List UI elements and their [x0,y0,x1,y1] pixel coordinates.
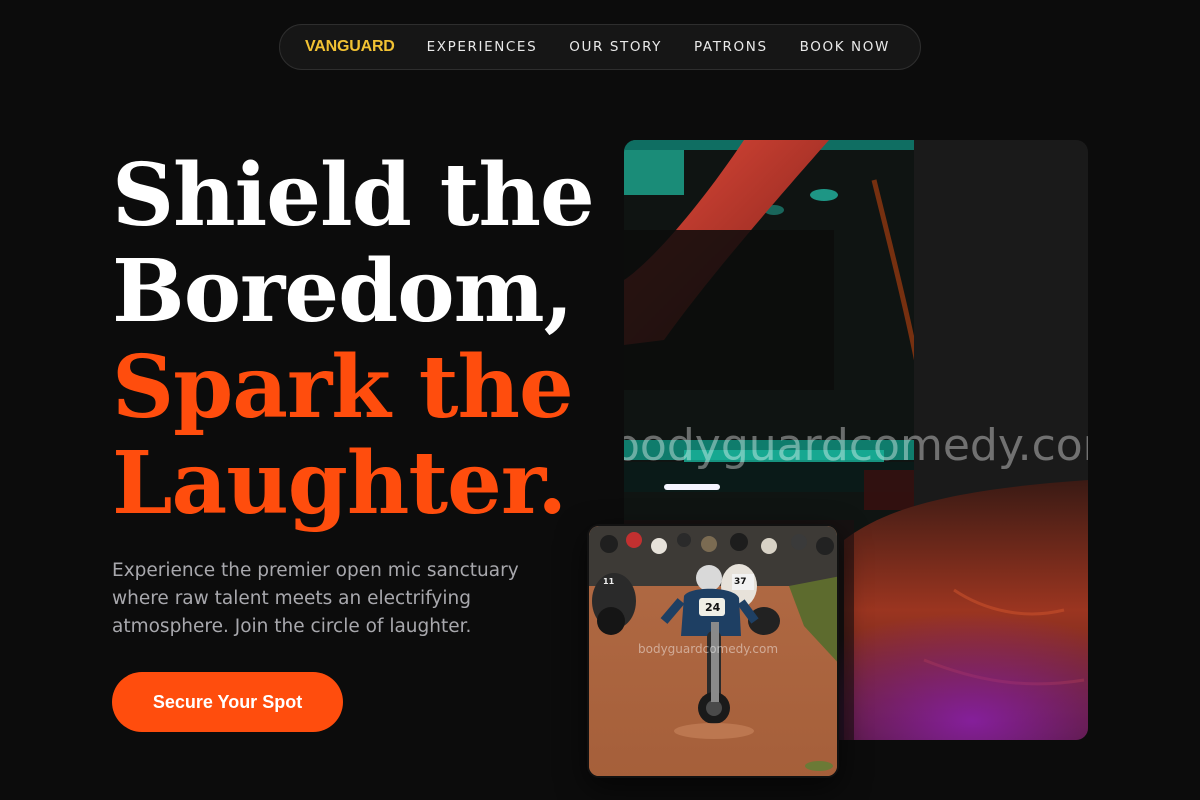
secure-spot-button[interactable]: Secure Your Spot [112,672,343,732]
hero-secondary-image: 24 37 11 [587,524,839,778]
hero-description: Experience the premier open mic sanctuar… [112,560,519,637]
nav-link-our-story[interactable]: OUR STORY [569,39,662,55]
nav-link-book-now[interactable]: BOOK NOW [800,39,890,55]
headline-line-2: Boredom, [112,241,574,342]
brand-logo[interactable]: VANGUARD [305,38,395,56]
top-nav: VANGUARD EXPERIENCES OUR STORY PATRONS B… [279,24,921,70]
rider-bib-number: 24 [705,601,721,614]
back-rider-bib-number: 37 [734,577,747,587]
motorbike-race-graphic: 24 37 11 [589,526,837,776]
nav-link-experiences[interactable]: EXPERIENCES [427,39,538,55]
headline-line-4: Laughter. [112,433,567,534]
hero-headline: Shield the Boredom, Spark the Laughter. [112,145,595,534]
headline-line-3: Spark the [112,337,574,438]
headline-line-1: Shield the [112,145,595,246]
side-rider-bib-number: 11 [603,577,615,586]
nav-link-patrons[interactable]: PATRONS [694,39,768,55]
